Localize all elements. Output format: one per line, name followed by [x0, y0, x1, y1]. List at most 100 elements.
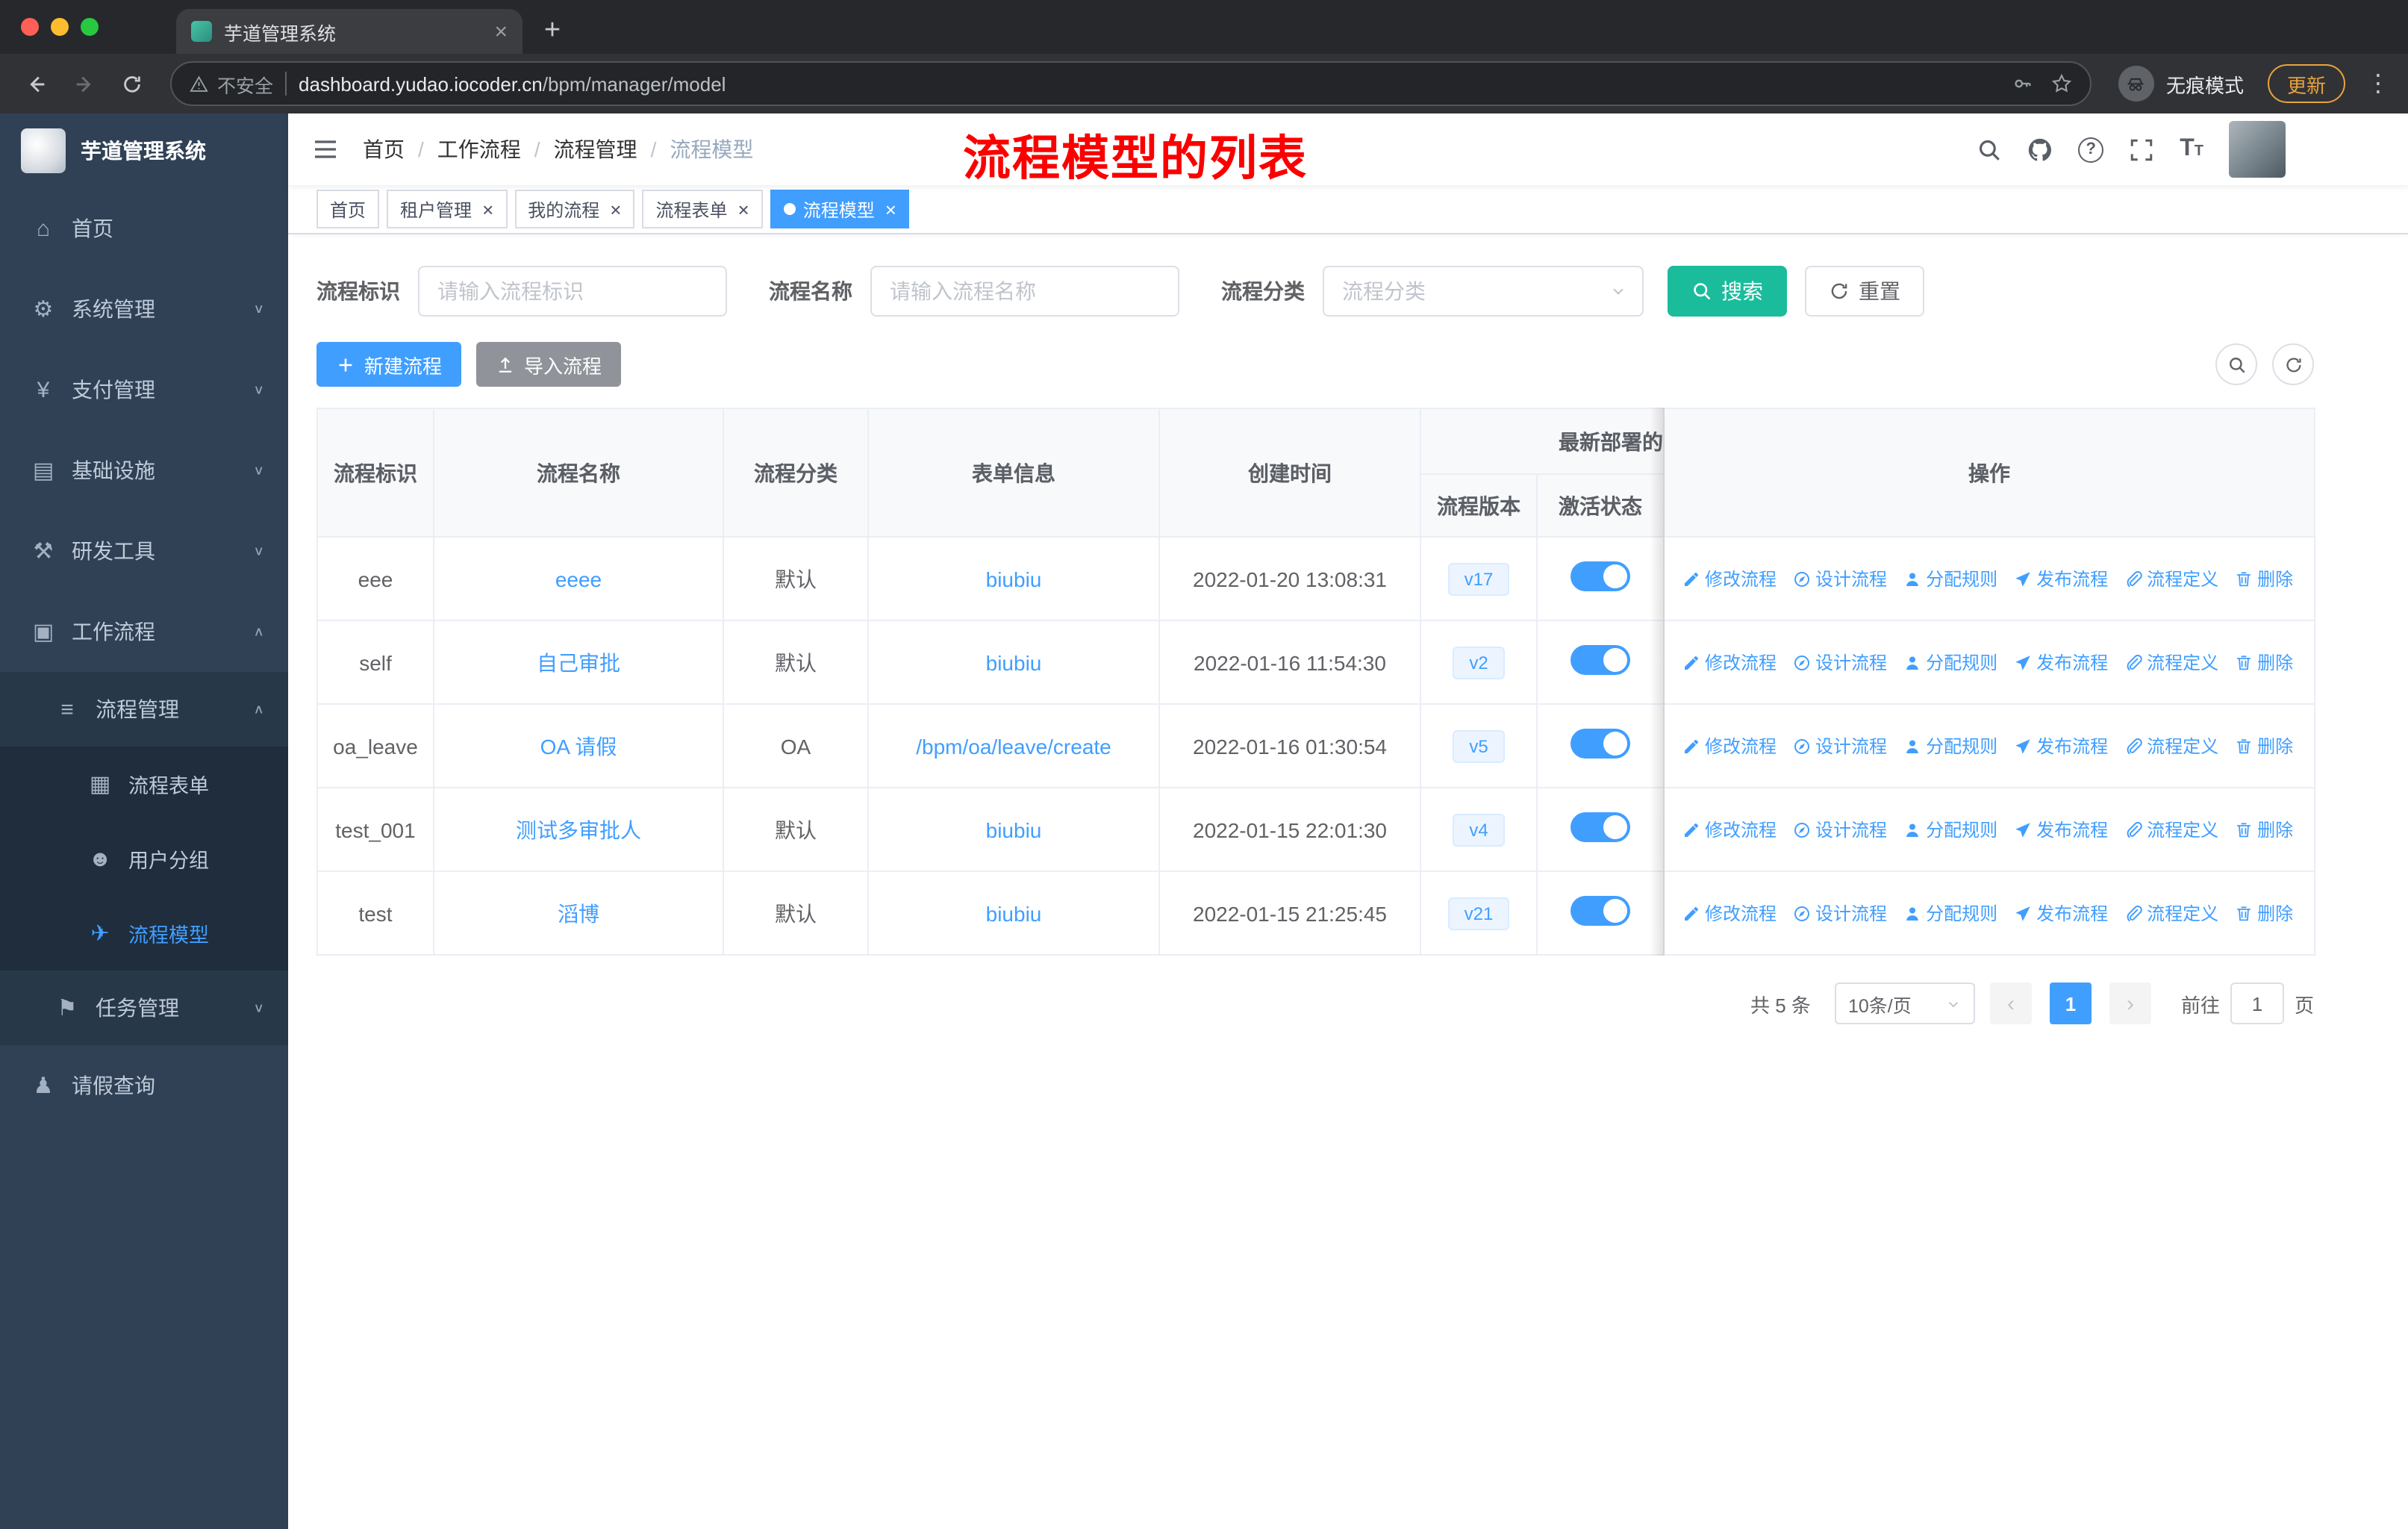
browser-update-button[interactable]: 更新	[2267, 64, 2345, 103]
process-definition-link[interactable]: 流程定义	[2124, 733, 2218, 759]
process-definition-link[interactable]: 流程定义	[2124, 817, 2218, 842]
help-icon[interactable]: ?	[2078, 137, 2104, 162]
active-toggle[interactable]	[1570, 812, 1630, 842]
sidebar-item-workflow[interactable]: ▣ 工作流程 ∧	[0, 591, 288, 672]
form-link[interactable]: biubiu	[986, 901, 1042, 925]
browser-tab[interactable]: 芋道管理系统 ×	[176, 9, 523, 54]
bookmark-star-icon[interactable]	[2051, 73, 2072, 94]
design-process-link[interactable]: 设计流程	[1793, 566, 1887, 591]
active-toggle[interactable]	[1570, 896, 1630, 926]
process-definition-link[interactable]: 流程定义	[2124, 900, 2218, 926]
process-name-input[interactable]	[870, 266, 1179, 317]
url-bar[interactable]: 不安全 dashboard.yudao.iocoder.cn/bpm/manag…	[170, 61, 2092, 106]
publish-process-link[interactable]: 发布流程	[2014, 733, 2108, 759]
view-tag[interactable]: 首页	[316, 190, 380, 228]
tag-close-icon[interactable]: ×	[738, 199, 749, 219]
sidebar-item-process-management[interactable]: ≡ 流程管理 ∧	[0, 672, 288, 747]
sidebar-item-dev-tools[interactable]: ⚒ 研发工具 ∨	[0, 511, 288, 591]
modify-process-link[interactable]: 修改流程	[1682, 650, 1777, 675]
goto-page-input[interactable]	[2230, 983, 2284, 1024]
maximize-window-button[interactable]	[81, 18, 99, 36]
publish-process-link[interactable]: 发布流程	[2014, 650, 2108, 675]
process-definition-link[interactable]: 流程定义	[2124, 650, 2218, 675]
active-toggle[interactable]	[1570, 645, 1630, 675]
modify-process-link[interactable]: 修改流程	[1682, 817, 1777, 842]
next-page-button[interactable]: ›	[2109, 983, 2151, 1024]
current-page-button[interactable]: 1	[2049, 983, 2092, 1024]
tag-close-icon[interactable]: ×	[885, 199, 896, 219]
sidebar-item-system-management[interactable]: ⚙ 系统管理 ∨	[0, 269, 288, 349]
view-tag[interactable]: 我的流程 ×	[514, 190, 635, 228]
process-name-link[interactable]: 滔博	[558, 901, 599, 925]
sidebar-item-infrastructure[interactable]: ▤ 基础设施 ∨	[0, 430, 288, 511]
refresh-table-button[interactable]	[2272, 343, 2314, 385]
new-tab-button[interactable]: +	[531, 10, 573, 52]
page-size-select[interactable]: 10条/页	[1834, 983, 1975, 1024]
password-key-icon[interactable]	[2012, 73, 2033, 94]
minimize-window-button[interactable]	[51, 18, 69, 36]
fullscreen-icon[interactable]	[2129, 137, 2154, 162]
breadcrumb-item[interactable]: 流程管理	[554, 134, 637, 164]
delete-process-link[interactable]: 删除	[2235, 566, 2293, 591]
assign-rule-link[interactable]: 分配规则	[1903, 900, 1997, 926]
breadcrumb-item[interactable]: 工作流程	[437, 134, 521, 164]
view-tag[interactable]: 流程模型 ×	[770, 190, 910, 228]
view-tag[interactable]: 租户管理 ×	[387, 190, 508, 228]
user-avatar[interactable]	[2229, 121, 2286, 178]
modify-process-link[interactable]: 修改流程	[1682, 566, 1777, 591]
design-process-link[interactable]: 设计流程	[1793, 817, 1887, 842]
process-key-input[interactable]	[418, 266, 727, 317]
sidebar-item-process-form[interactable]: ▦ 流程表单	[0, 747, 288, 821]
github-icon[interactable]	[2027, 137, 2053, 162]
publish-process-link[interactable]: 发布流程	[2014, 817, 2108, 842]
process-name-link[interactable]: 测试多审批人	[516, 818, 641, 841]
prev-page-button[interactable]: ‹	[1989, 983, 2032, 1024]
breadcrumb-item[interactable]: 首页	[363, 134, 405, 164]
forward-icon[interactable]	[63, 63, 105, 105]
assign-rule-link[interactable]: 分配规则	[1903, 650, 1997, 675]
search-icon[interactable]	[1977, 137, 2002, 162]
assign-rule-link[interactable]: 分配规则	[1903, 817, 1997, 842]
active-toggle[interactable]	[1570, 561, 1630, 591]
publish-process-link[interactable]: 发布流程	[2014, 566, 2108, 591]
process-name-link[interactable]: OA 请假	[540, 734, 617, 758]
tab-close-icon[interactable]: ×	[494, 20, 508, 43]
sidebar-item-leave-query[interactable]: ♟ 请假查询	[0, 1045, 288, 1126]
delete-process-link[interactable]: 删除	[2235, 650, 2293, 675]
process-name-link[interactable]: 自己审批	[537, 650, 620, 674]
view-tag[interactable]: 流程表单 ×	[642, 190, 763, 228]
design-process-link[interactable]: 设计流程	[1793, 900, 1887, 926]
sidebar-item-payment-management[interactable]: ¥ 支付管理 ∨	[0, 349, 288, 430]
category-select[interactable]: 流程分类	[1323, 266, 1644, 317]
sidebar-item-user-group[interactable]: ☻ 用户分组	[0, 821, 288, 896]
reload-icon[interactable]	[110, 63, 152, 105]
font-size-icon[interactable]: TT	[2180, 137, 2203, 161]
toggle-search-button[interactable]	[2215, 343, 2257, 385]
publish-process-link[interactable]: 发布流程	[2014, 900, 2108, 926]
back-icon[interactable]	[15, 63, 57, 105]
process-name-link[interactable]: eeee	[555, 567, 602, 591]
tag-close-icon[interactable]: ×	[610, 199, 621, 219]
delete-process-link[interactable]: 删除	[2235, 817, 2293, 842]
collapse-menu-icon[interactable]	[312, 136, 339, 163]
form-link[interactable]: biubiu	[986, 567, 1042, 591]
form-link[interactable]: biubiu	[986, 650, 1042, 674]
form-link[interactable]: biubiu	[986, 818, 1042, 841]
assign-rule-link[interactable]: 分配规则	[1903, 566, 1997, 591]
design-process-link[interactable]: 设计流程	[1793, 733, 1887, 759]
new-process-button[interactable]: 新建流程	[316, 342, 462, 387]
close-window-button[interactable]	[21, 18, 39, 36]
reset-button[interactable]: 重置	[1805, 266, 1924, 317]
sidebar-item-home[interactable]: ⌂ 首页	[0, 188, 288, 269]
form-link[interactable]: /bpm/oa/leave/create	[916, 734, 1111, 758]
sidebar-item-task-management[interactable]: ⚑ 任务管理 ∨	[0, 971, 288, 1045]
assign-rule-link[interactable]: 分配规则	[1903, 733, 1997, 759]
process-definition-link[interactable]: 流程定义	[2124, 566, 2218, 591]
active-toggle[interactable]	[1570, 729, 1630, 759]
search-button[interactable]: 搜索	[1668, 266, 1787, 317]
modify-process-link[interactable]: 修改流程	[1682, 900, 1777, 926]
delete-process-link[interactable]: 删除	[2235, 900, 2293, 926]
sidebar-item-process-model[interactable]: ✈ 流程模型	[0, 896, 288, 971]
tag-close-icon[interactable]: ×	[482, 199, 493, 219]
delete-process-link[interactable]: 删除	[2235, 733, 2293, 759]
